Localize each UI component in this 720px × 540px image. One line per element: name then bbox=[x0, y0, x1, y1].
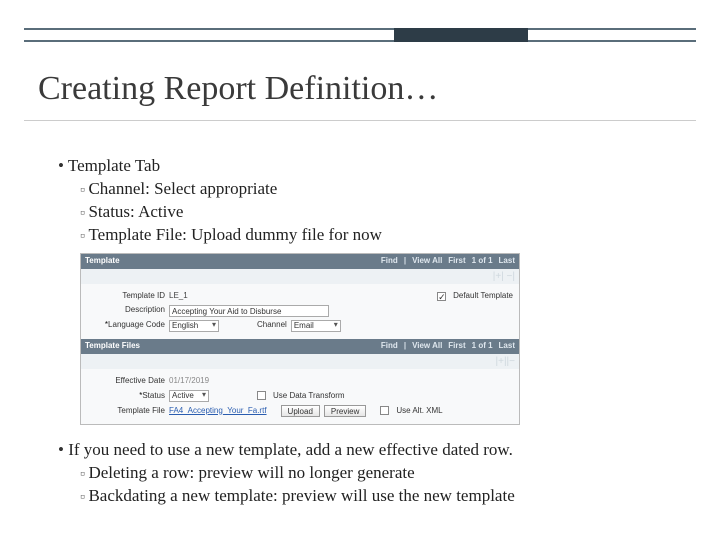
sub-status: Status: Active bbox=[80, 201, 680, 224]
bullet-new-template: If you need to use a new template, add a… bbox=[58, 439, 680, 508]
label-channel: Channel bbox=[257, 320, 287, 331]
label-use-alt-xml: Use Alt. XML bbox=[396, 406, 442, 417]
sub-deleting-row: Deleting a row: preview will no longer g… bbox=[80, 462, 680, 485]
nav-last-2[interactable]: Last bbox=[499, 341, 515, 352]
template-section-bar: Template Find | View All First 1 of 1 La… bbox=[81, 254, 519, 269]
sub-template-file: Template File: Upload dummy file for now bbox=[80, 224, 680, 247]
sub-backdating: Backdating a new template: preview will … bbox=[80, 485, 680, 508]
label-default-template: Default Template bbox=[453, 291, 513, 302]
label-language-code: Language Code bbox=[87, 320, 165, 331]
label-use-data-transform: Use Data Transform bbox=[273, 391, 345, 402]
nav-find-2[interactable]: Find bbox=[381, 341, 398, 352]
upload-button[interactable]: Upload bbox=[281, 405, 320, 417]
template-files-bar: Template Files Find | View All First 1 o… bbox=[81, 339, 519, 354]
select-status[interactable]: Active bbox=[169, 390, 209, 402]
select-channel[interactable]: Email bbox=[291, 320, 341, 332]
label-description: Description bbox=[87, 305, 165, 316]
nav-count: 1 of 1 bbox=[472, 256, 493, 267]
row-add-remove[interactable]: |+| −| bbox=[81, 269, 519, 285]
label-template-id: Template ID bbox=[87, 291, 165, 302]
input-description[interactable]: Accepting Your Aid to Disburse bbox=[169, 305, 329, 317]
nav-last[interactable]: Last bbox=[499, 256, 515, 267]
files-row-add-remove[interactable]: |+||− bbox=[81, 354, 519, 370]
checkbox-use-alt-xml[interactable] bbox=[380, 406, 389, 415]
label-template-file: Template File bbox=[87, 406, 165, 417]
checkbox-default-template[interactable] bbox=[437, 292, 446, 301]
checkbox-use-data-transform[interactable] bbox=[257, 391, 266, 400]
nav-count-2: 1 of 1 bbox=[472, 341, 493, 352]
value-template-id: LE_1 bbox=[169, 291, 188, 302]
files-bar-label: Template Files bbox=[85, 341, 140, 352]
value-effective-date: 01/17/2019 bbox=[169, 376, 209, 387]
bullet-template-tab: Template Tab Channel: Select appropriate… bbox=[58, 155, 680, 425]
title-underline bbox=[24, 120, 696, 121]
nav-view-all[interactable]: View All bbox=[412, 256, 442, 267]
slide-content: Template Tab Channel: Select appropriate… bbox=[58, 155, 680, 512]
template-bar-label: Template bbox=[85, 256, 120, 267]
nav-view-all-2[interactable]: View All bbox=[412, 341, 442, 352]
link-template-file[interactable]: FA4_Accepting_Your_Fa.rtf bbox=[169, 406, 267, 417]
slide-title: Creating Report Definition… bbox=[38, 70, 438, 108]
slide-accent bbox=[24, 28, 696, 42]
label-status: Status bbox=[87, 391, 165, 402]
sub-channel: Channel: Select appropriate bbox=[80, 178, 680, 201]
nav-first-2[interactable]: First bbox=[448, 341, 465, 352]
label-effective-date: Effective Date bbox=[87, 376, 165, 387]
embedded-screenshot: Template Find | View All First 1 of 1 La… bbox=[80, 253, 520, 425]
nav-find[interactable]: Find bbox=[381, 256, 398, 267]
preview-button[interactable]: Preview bbox=[324, 405, 366, 417]
select-language-code[interactable]: English bbox=[169, 320, 219, 332]
nav-first[interactable]: First bbox=[448, 256, 465, 267]
